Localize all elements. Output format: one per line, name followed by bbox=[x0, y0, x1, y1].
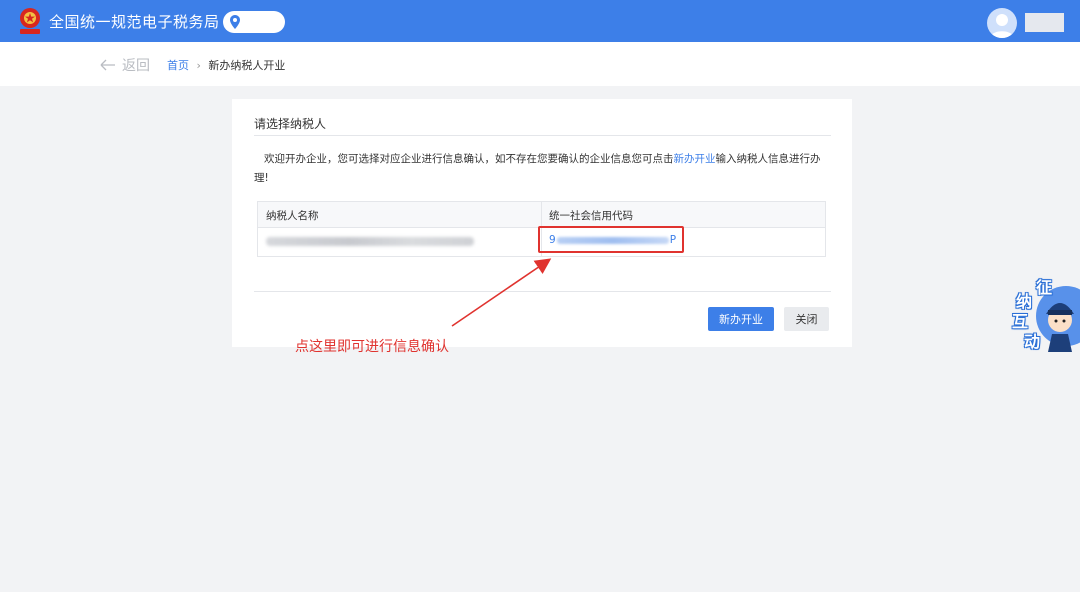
top-header: 全国统一规范电子税务局 bbox=[0, 0, 1080, 42]
header-credit-code: 统一社会信用代码 bbox=[549, 210, 633, 222]
close-button[interactable]: 关闭 bbox=[784, 307, 829, 331]
breadcrumb: 首页 › 新办纳税人开业 bbox=[167, 57, 285, 73]
tax-emblem-icon bbox=[20, 8, 40, 34]
user-silhouette-icon bbox=[990, 14, 1014, 38]
back-button[interactable]: 返回 bbox=[100, 55, 150, 75]
annotation-highlight-box bbox=[538, 226, 684, 253]
card-title: 请选择纳税人 bbox=[254, 117, 327, 131]
divider bbox=[254, 291, 831, 292]
app-title: 全国统一规范电子税务局 bbox=[49, 13, 220, 31]
new-business-button[interactable]: 新办开业 bbox=[708, 307, 774, 331]
float-widget[interactable]: 征 纳 互 动 bbox=[1006, 272, 1080, 352]
location-pin-icon bbox=[230, 15, 240, 29]
intro-text-before: 欢迎开办企业，您可选择对应企业进行信息确认，如不存在您要确认的企业信息您可点击 bbox=[264, 153, 674, 165]
arrow-left-icon bbox=[100, 59, 115, 71]
sub-nav-bar: 返回 首页 › 新办纳税人开业 bbox=[0, 42, 1080, 86]
back-label: 返回 bbox=[122, 58, 150, 74]
taxpayer-name-redacted bbox=[266, 237, 474, 246]
float-char: 动 bbox=[1024, 332, 1041, 351]
select-taxpayer-card: 请选择纳税人 欢迎开办企业，您可选择对应企业进行信息确认，如不存在您要确认的企业… bbox=[232, 99, 852, 347]
user-avatar-icon[interactable] bbox=[987, 8, 1017, 38]
header-taxpayer-name: 纳税人名称 bbox=[266, 210, 319, 222]
breadcrumb-current: 新办纳税人开业 bbox=[208, 59, 286, 72]
divider bbox=[254, 135, 831, 136]
intro-text: 欢迎开办企业，您可选择对应企业进行信息确认，如不存在您要确认的企业信息您可点击新… bbox=[254, 150, 832, 188]
new-business-link[interactable]: 新办开业 bbox=[674, 153, 716, 165]
username-redacted[interactable] bbox=[1025, 13, 1064, 32]
float-char: 征 bbox=[1036, 278, 1053, 297]
breadcrumb-home-link[interactable]: 首页 bbox=[167, 59, 189, 72]
breadcrumb-separator: › bbox=[196, 59, 201, 72]
annotation-text: 点这里即可进行信息确认 bbox=[295, 339, 449, 355]
location-selector[interactable] bbox=[223, 11, 285, 33]
